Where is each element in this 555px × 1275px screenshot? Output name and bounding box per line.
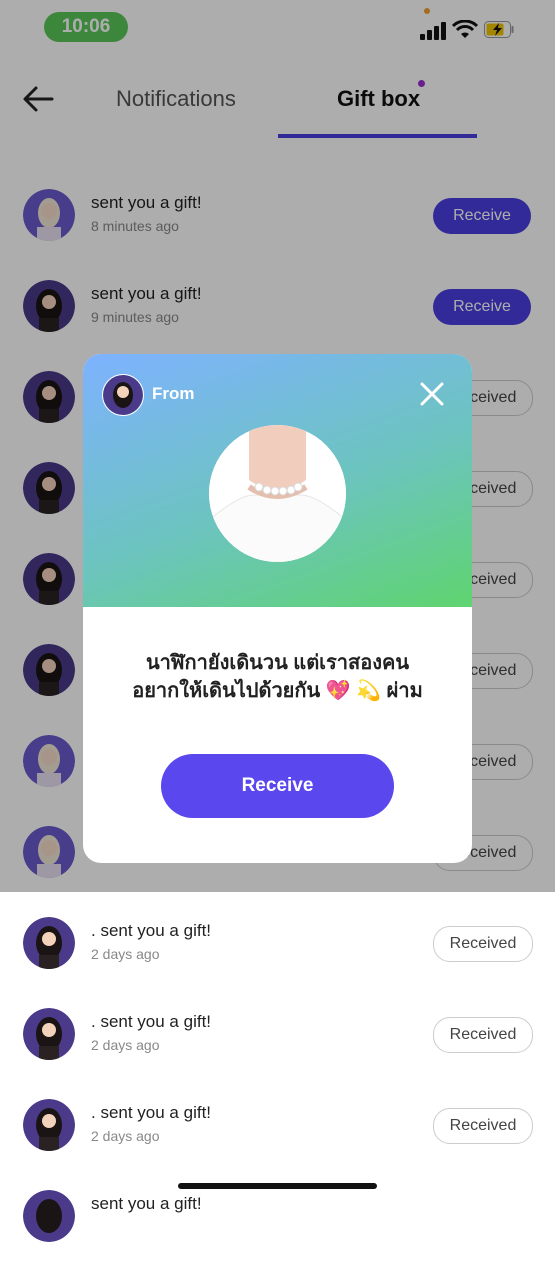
row-title: . sent you a gift! (91, 1012, 212, 1031)
avatar (23, 1190, 75, 1242)
from-label: From (152, 384, 195, 403)
row-time: 2 days ago (91, 1037, 160, 1053)
received-button[interactable]: Received (433, 1108, 533, 1144)
close-icon[interactable] (418, 380, 446, 408)
list-item: . sent you a gift! 2 days ago Received (0, 1094, 555, 1184)
sender-avatar (102, 374, 144, 416)
list-item: . sent you a gift! 2 days ago Received (0, 912, 555, 1002)
avatar (23, 1099, 75, 1151)
gift-message-line-2: อยากให้เดินไปด้วยกัน 💖 💫 ผ่าม (132, 680, 423, 702)
gift-message: นาฬิกายังเดินวน แต่เราสองคน อยากให้เดินไ… (83, 649, 472, 705)
gift-item-image (209, 425, 346, 562)
gift-modal: From นาฬิกายังเดินวน แต่เราสองคน อยากให้… (83, 354, 472, 863)
row-title: . sent you a gift! (91, 1103, 212, 1122)
gift-message-line-1: นาฬิกายังเดินวน แต่เราสองคน (145, 652, 410, 674)
received-button[interactable]: Received (433, 1017, 533, 1053)
row-time: 2 days ago (91, 1128, 160, 1144)
list-item: . sent you a gift! 2 days ago Received (0, 1003, 555, 1093)
modal-header: From (83, 354, 472, 607)
avatar (23, 917, 75, 969)
received-button[interactable]: Received (433, 926, 533, 962)
row-title: sent you a gift! (91, 1194, 202, 1213)
list-item: sent you a gift! (0, 1185, 555, 1275)
avatar (23, 1008, 75, 1060)
home-indicator (178, 1183, 377, 1189)
row-time: 2 days ago (91, 946, 160, 962)
modal-receive-button[interactable]: Receive (161, 754, 394, 818)
row-title: . sent you a gift! (91, 921, 212, 940)
